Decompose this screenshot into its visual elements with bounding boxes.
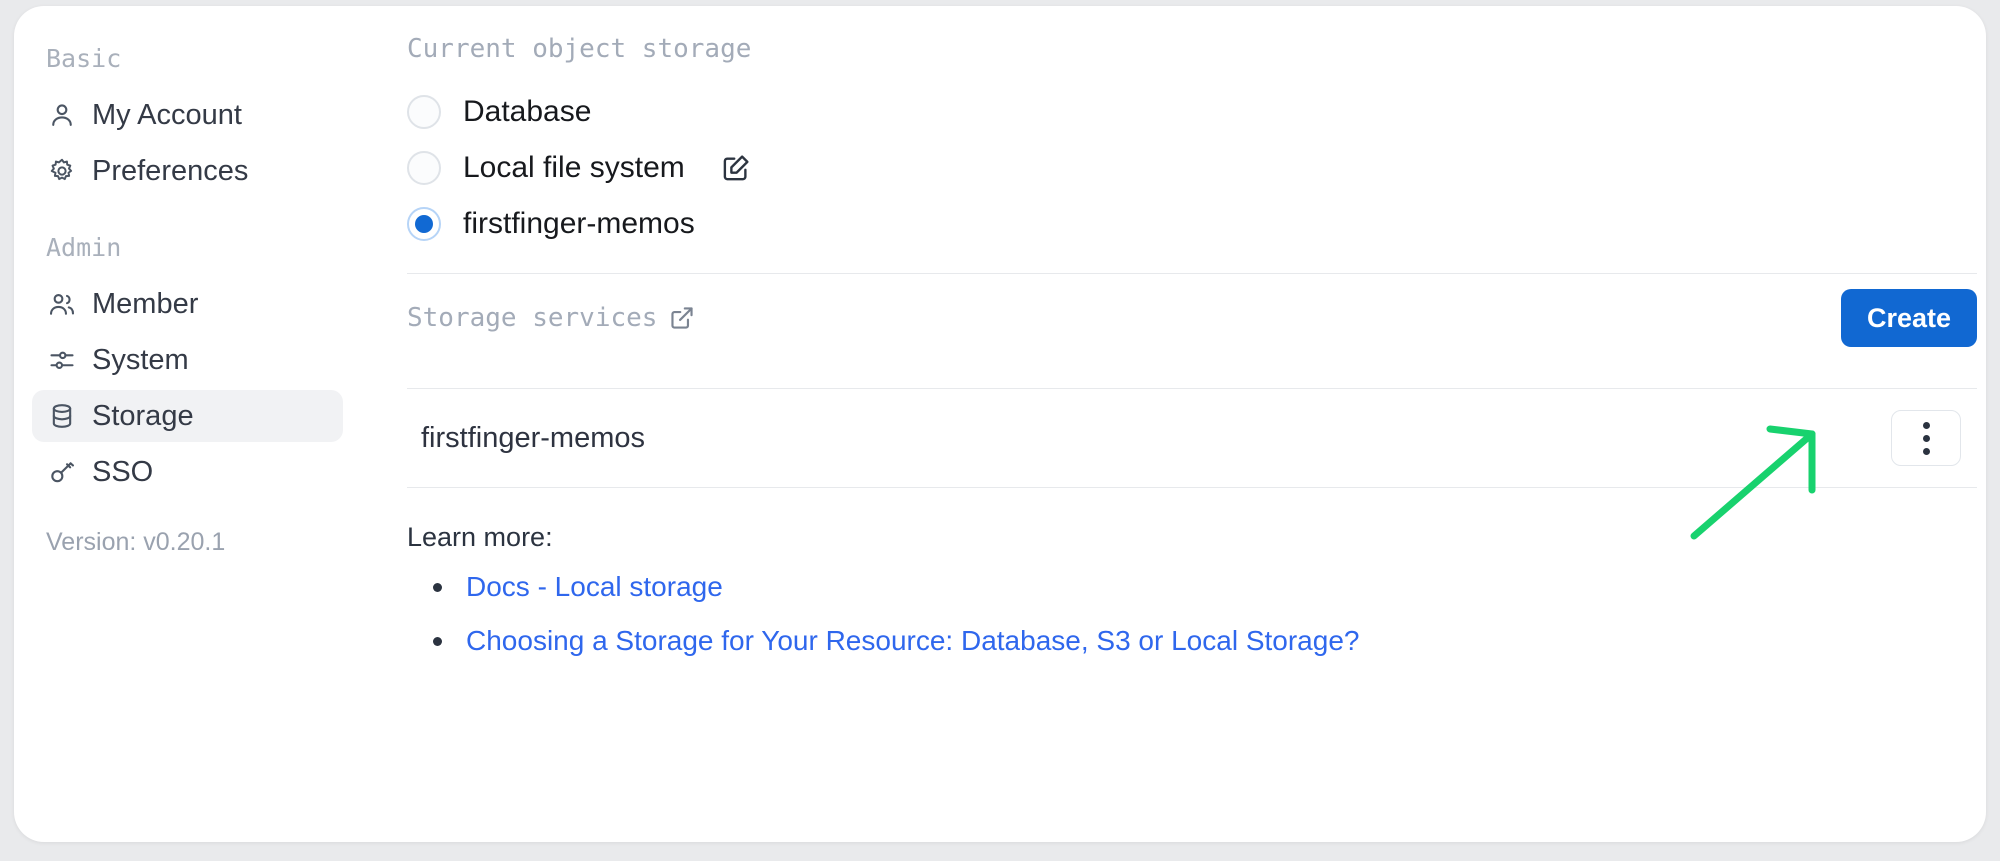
settings-card: Basic My Account Preferences Admin Membe… xyxy=(14,6,1986,842)
sidebar-item-sso[interactable]: SSO xyxy=(32,446,343,498)
external-link-icon[interactable] xyxy=(669,305,695,331)
edit-square-pencil-icon[interactable] xyxy=(721,153,751,183)
table-bottom-divider xyxy=(407,487,1977,488)
screenshot-viewport: Basic My Account Preferences Admin Membe… xyxy=(0,0,2000,861)
version-label: Version: v0.20.1 xyxy=(46,528,226,556)
radio-local-file-system[interactable] xyxy=(407,150,441,185)
gear-icon xyxy=(48,157,76,185)
sliders-icon xyxy=(48,346,76,374)
radio-label: firstfinger-memos xyxy=(463,206,695,240)
settings-sidebar: Basic My Account Preferences Admin Membe… xyxy=(14,6,359,842)
user-icon xyxy=(48,101,76,129)
list-item: Choosing a Storage for Your Resource: Da… xyxy=(433,627,1964,655)
storage-option-database[interactable]: Database xyxy=(407,84,1964,139)
dot xyxy=(1922,434,1930,442)
sidebar-item-preferences[interactable]: Preferences xyxy=(32,145,343,197)
sidebar-item-my-account[interactable]: My Account xyxy=(32,89,343,141)
radio-label: Local file system xyxy=(463,150,685,184)
create-button[interactable]: Create xyxy=(1840,289,1977,347)
bullet-icon xyxy=(433,636,442,646)
list-item: Docs - Local storage xyxy=(433,573,1964,601)
storage-services-title-wrap: Storage services xyxy=(407,305,695,331)
sidebar-item-label: My Account xyxy=(92,98,242,131)
learn-more-list: Docs - Local storage Choosing a Storage … xyxy=(407,573,1964,655)
sidebar-item-member[interactable]: Member xyxy=(32,278,343,330)
sidebar-item-system[interactable]: System xyxy=(32,334,343,386)
radio-database[interactable] xyxy=(407,94,441,129)
bullet-icon xyxy=(433,582,442,592)
sidebar-item-label: SSO xyxy=(92,455,154,488)
dot xyxy=(1922,447,1930,455)
storage-service-name: firstfinger-memos xyxy=(421,421,645,454)
storage-service-row[interactable]: firstfinger-memos xyxy=(407,389,1977,487)
users-icon xyxy=(48,290,76,318)
current-object-storage-title: Current object storage xyxy=(407,34,752,64)
storage-services-title: Storage services xyxy=(407,303,658,333)
dot xyxy=(1922,421,1930,429)
sidebar-section-title-basic: Basic xyxy=(46,44,122,73)
storage-services-header: Storage services Create xyxy=(407,274,1977,362)
sidebar-item-storage[interactable]: Storage xyxy=(32,390,343,442)
sidebar-item-label: Member xyxy=(92,287,199,320)
database-icon xyxy=(48,402,76,430)
sidebar-item-label: System xyxy=(92,343,189,376)
storage-option-local-file-system[interactable]: Local file system xyxy=(407,140,1964,195)
storage-settings-panel: Current object storage Database Local fi… xyxy=(359,6,1986,842)
radio-firstfinger-memos[interactable] xyxy=(407,206,441,241)
key-icon xyxy=(48,458,76,486)
learn-more-title: Learn more: xyxy=(407,522,553,552)
learn-more-link-choosing-a-storage[interactable]: Choosing a Storage for Your Resource: Da… xyxy=(466,627,1359,655)
sidebar-item-label: Preferences xyxy=(92,154,249,187)
radio-label: Database xyxy=(463,94,592,128)
storage-option-firstfinger-memos[interactable]: firstfinger-memos xyxy=(407,196,1964,251)
more-vertical-icon[interactable] xyxy=(1891,410,1961,466)
sidebar-section-title-admin: Admin xyxy=(46,233,122,262)
sidebar-item-label: Storage xyxy=(92,399,194,432)
learn-more-section: Learn more: Docs - Local storage Choosin… xyxy=(407,524,1964,655)
learn-more-link-docs-local-storage[interactable]: Docs - Local storage xyxy=(466,573,723,601)
